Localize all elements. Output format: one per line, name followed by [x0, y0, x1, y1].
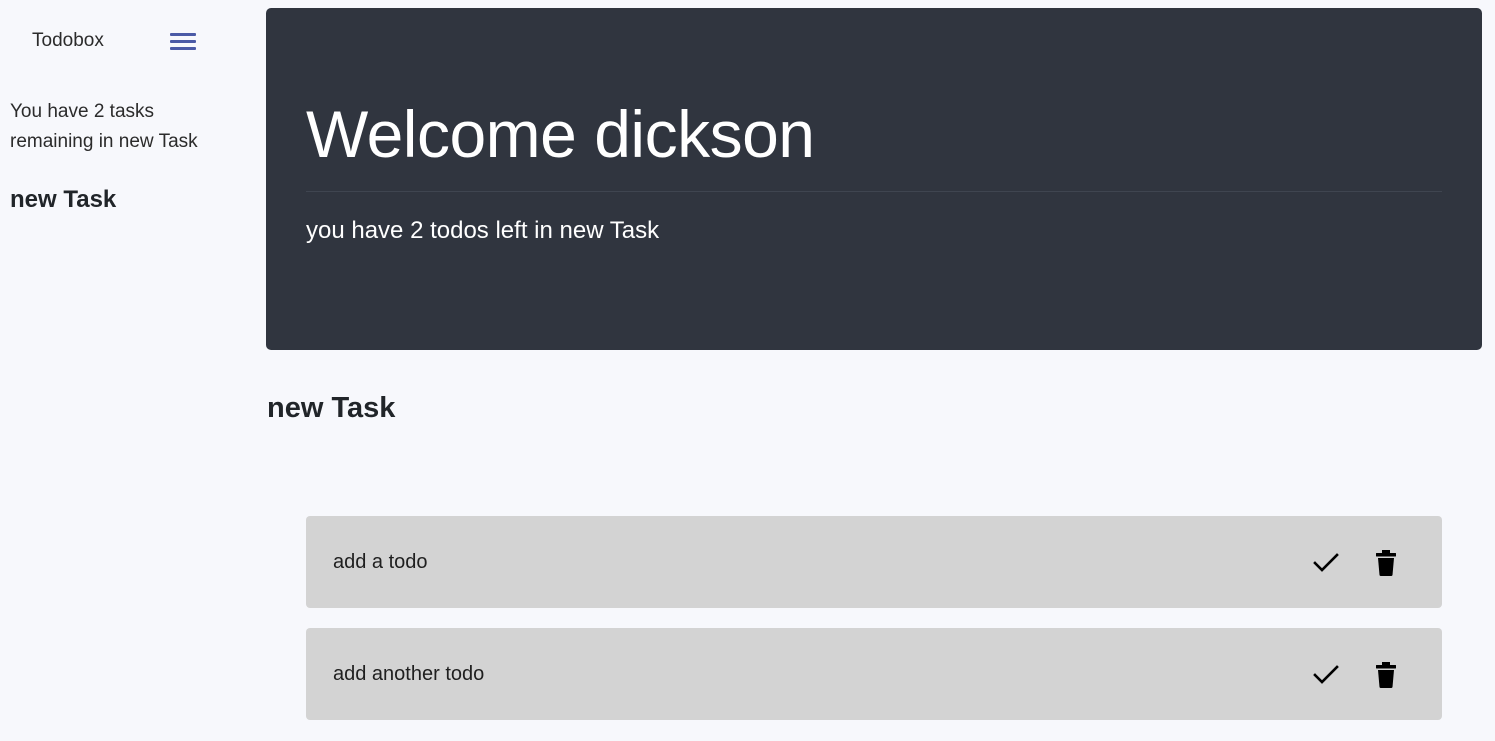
banner-divider: [306, 191, 1442, 192]
todo-text: add another todo: [333, 663, 485, 685]
sidebar-header: Todobox: [32, 28, 202, 56]
welcome-title: Welcome dickson: [306, 97, 815, 171]
tasks-remaining-text: You have 2 tasks remaining in new Task: [10, 101, 198, 152]
todo-text: add a todo: [333, 551, 428, 573]
welcome-banner: Welcome dickson you have 2 todos left in…: [266, 8, 1482, 350]
trash-icon[interactable]: [1372, 661, 1400, 689]
sidebar: Todobox You have 2 tasks remaining in ne…: [0, 0, 250, 741]
todo-list: add a todo add another todo: [306, 516, 1442, 740]
hamburger-menu-icon[interactable]: [170, 30, 196, 52]
app-brand[interactable]: Todobox: [32, 30, 104, 52]
task-list-title: new Task: [267, 392, 396, 424]
todo-item: add another todo: [306, 628, 1442, 720]
todo-item: add a todo: [306, 516, 1442, 608]
checkmark-icon[interactable]: [1310, 661, 1342, 689]
welcome-subtitle: you have 2 todos left in new Task: [306, 217, 660, 244]
checkmark-icon[interactable]: [1310, 549, 1342, 577]
trash-icon[interactable]: [1372, 549, 1400, 577]
sidebar-item-new-task[interactable]: new Task: [10, 186, 116, 214]
